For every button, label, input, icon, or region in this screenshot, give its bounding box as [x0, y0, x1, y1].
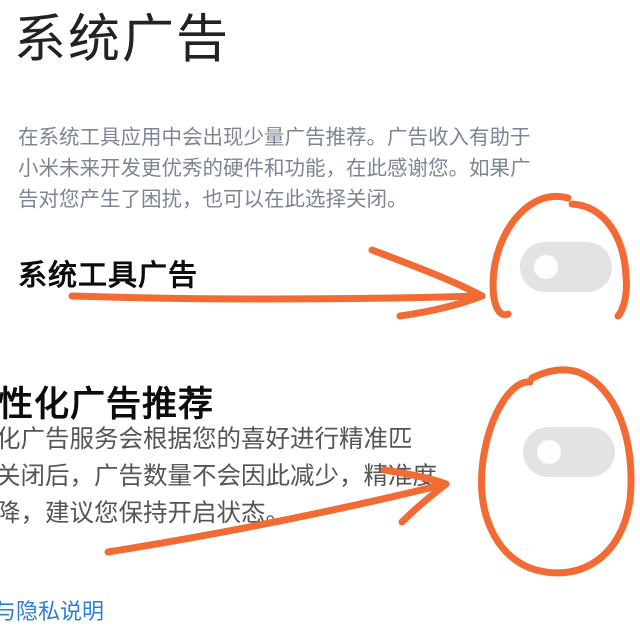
annotation-arrow-1: [68, 292, 486, 303]
personalized-ads-description-line: 降，建议您保持开启状态。: [0, 498, 290, 527]
personalized-ads-description-line: 关闭后，广告数量不会因此减少，精准度: [0, 461, 437, 490]
toggle-knob: [537, 440, 561, 464]
description-line: 在系统工具应用中会出现少量广告推荐。广告收入有助于: [18, 125, 531, 149]
page-title: 系统广告: [14, 10, 231, 70]
system-tool-ads-label: 系统工具广告: [18, 258, 199, 292]
personalized-ads-toggle[interactable]: [523, 427, 615, 477]
annotation-arrowhead-1: [368, 246, 486, 320]
system-ads-description: 在系统工具应用中会出现少量广告推荐。广告收入有助于 小米未来开发更优秀的硬件和功…: [18, 122, 630, 215]
privacy-policy-link[interactable]: 与隐私说明: [0, 594, 104, 626]
personalized-ads-description-line: 化广告服务会根据您的喜好进行精准匹: [0, 424, 413, 453]
annotation-overlay: [68, 192, 635, 577]
personalized-ads-description: 化广告服务会根据您的喜好进行精准匹 关闭后，广告数量不会因此减少，精准度 降，建…: [0, 420, 526, 531]
system-tool-ads-toggle[interactable]: [520, 242, 612, 292]
toggle-knob: [534, 255, 558, 279]
description-line: 小米未来开发更优秀的硬件和功能，在此感谢您。如果广: [18, 156, 531, 180]
description-line: 告对您产生了困扰，也可以在此选择关闭。: [18, 187, 408, 211]
